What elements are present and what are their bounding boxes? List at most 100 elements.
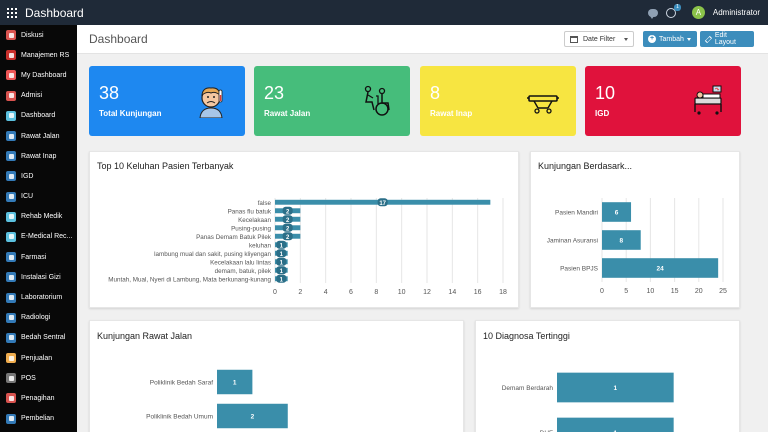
app-grid-icon[interactable] bbox=[7, 7, 17, 18]
sidebar-item-penagihan[interactable]: Penagihan bbox=[0, 388, 77, 408]
calendar-icon bbox=[570, 35, 578, 43]
card-rawat-jalan[interactable]: 23 Rawat Jalan bbox=[254, 66, 410, 136]
category-label: false bbox=[258, 200, 272, 207]
menu-icon bbox=[6, 353, 16, 364]
card-label: Rawat Jalan bbox=[264, 109, 311, 118]
category-label: Muntah, Mual, Nyeri di Lambung, Mata ber… bbox=[108, 276, 271, 283]
category-label: Jaminan Asuransi bbox=[547, 238, 598, 245]
card-value: 38 bbox=[99, 83, 120, 103]
user-name[interactable]: Administrator bbox=[713, 8, 760, 17]
card-igd[interactable]: 10 IGD bbox=[585, 66, 741, 136]
sidebar-item-pos[interactable]: POS bbox=[0, 368, 77, 388]
sidebar-item-label: ICU bbox=[21, 193, 34, 201]
sidebar-item-label: Rawat Inap bbox=[21, 152, 57, 160]
plus-icon: + bbox=[648, 35, 656, 43]
menu-icon bbox=[6, 231, 16, 242]
sidebar-item-rawat-jalan[interactable]: Rawat Jalan bbox=[0, 126, 77, 146]
sidebar-item-rawat-inap[interactable]: Rawat Inap bbox=[0, 146, 77, 166]
data-label: 2 bbox=[251, 414, 255, 421]
sidebar-item-instalasi-gizi[interactable]: Instalasi Gizi bbox=[0, 267, 77, 287]
tick-label: 6 bbox=[349, 289, 353, 296]
chat-icon[interactable] bbox=[647, 8, 658, 19]
card-total-kunjungan[interactable]: 38 Total Kunjungan bbox=[89, 66, 245, 136]
tick-label: 5 bbox=[624, 288, 628, 295]
sidebar-item-diskusi[interactable]: Diskusi bbox=[0, 25, 77, 45]
menu-icon bbox=[6, 373, 16, 384]
sidebar-item-manajemen-rs[interactable]: Manajemen RS bbox=[0, 45, 77, 65]
menu-icon bbox=[6, 332, 16, 343]
sidebar-item-igd[interactable]: IGD bbox=[0, 166, 77, 186]
kunjungan-chart: 0 5 10 15 20 25 Pasien Mandiri 6 Jaminan Asurans… bbox=[547, 198, 727, 295]
sidebar-item-pembelian[interactable]: Pembelian bbox=[0, 409, 77, 429]
sidebar-item-label: Rawat Jalan bbox=[21, 132, 60, 140]
panel-kunjungan-berdasarkan: Kunjungan Berdasark... 0 5 10 15 20 25 Pasien … bbox=[530, 151, 740, 308]
menu-icon bbox=[6, 90, 16, 101]
category-label: Pusing-pusing bbox=[231, 225, 271, 232]
card-value: 8 bbox=[430, 83, 441, 103]
category-label: Kecelakaan lalu lintas bbox=[210, 259, 271, 266]
category-label: Panas flu batuk bbox=[228, 208, 272, 215]
card-value: 10 bbox=[595, 83, 616, 103]
keluhan-chart: 0 2 4 6 8 10 12 14 16 18false 17Panas flu batuk 2Ke… bbox=[108, 198, 507, 296]
menu-icon bbox=[6, 50, 16, 61]
page-header: Dashboard Date Filter + Tambah Edit Layo… bbox=[77, 25, 768, 54]
menu-icon bbox=[6, 191, 16, 202]
sidebar-item-farmasi[interactable]: Farmasi bbox=[0, 247, 77, 267]
sidebar-item-e-medical-rec[interactable]: E-Medical Rec... bbox=[0, 227, 77, 247]
tambah-label: Tambah bbox=[659, 35, 684, 43]
menu-icon bbox=[6, 393, 16, 404]
menu-icon bbox=[6, 171, 16, 182]
date-filter-label: Date Filter bbox=[583, 35, 616, 43]
sidebar-item-my-dashboard[interactable]: My Dashboard bbox=[0, 65, 77, 85]
menu-icon bbox=[6, 211, 16, 222]
avatar[interactable]: A bbox=[691, 6, 705, 19]
tick-label: 4 bbox=[324, 289, 328, 296]
sidebar-item-admisi[interactable]: Admisi bbox=[0, 86, 77, 106]
card-label: Total Kunjungan bbox=[99, 109, 162, 118]
tick-label: 2 bbox=[298, 289, 302, 296]
sidebar-item-laboratorium[interactable]: Laboratorium bbox=[0, 287, 77, 307]
menu-icon bbox=[6, 110, 16, 121]
panel-kunjungan-rawat-jalan: Kunjungan Rawat Jalan Poliklinik Bedah S… bbox=[89, 320, 464, 432]
sidebar-item-dashboard[interactable]: Dashboard bbox=[0, 106, 77, 126]
sidebar-item-label: Penagihan bbox=[21, 394, 55, 402]
tick-label: 20 bbox=[695, 288, 703, 295]
page-title: Dashboard bbox=[89, 32, 148, 46]
menu-icon bbox=[6, 413, 16, 424]
notification-icon[interactable]: 1 bbox=[665, 3, 681, 18]
data-label: 1 bbox=[614, 385, 618, 392]
tick-label: 15 bbox=[671, 288, 679, 295]
sidebar-item-rehab-medik[interactable]: Rehab Medik bbox=[0, 207, 77, 227]
card-rawat-inap[interactable]: 8 Rawat Inap bbox=[420, 66, 576, 136]
data-label: 1 bbox=[233, 380, 237, 387]
category-label: demam, batuk, pilek bbox=[215, 268, 272, 275]
card-label: IGD bbox=[595, 109, 610, 118]
tambah-button[interactable]: + Tambah bbox=[643, 31, 697, 47]
category-label: Demam Berdarah bbox=[502, 385, 554, 392]
category-label: Panas Demam Batuk Pilek bbox=[196, 234, 272, 241]
pencil-icon bbox=[704, 35, 713, 43]
notification-badge: 1 bbox=[674, 3, 681, 11]
sidebar-item-penjualan[interactable]: Penjualan bbox=[0, 348, 77, 368]
sidebar-item-label: POS bbox=[21, 374, 36, 382]
diagnosa-chart: Demam Berdarah1DHF1 bbox=[502, 372, 674, 432]
rawat-jalan-chart: Poliklinik Bedah Saraf 1 Poliklinik Bedah … bbox=[146, 369, 288, 429]
sidebar-item-radiologi[interactable]: Radiologi bbox=[0, 308, 77, 328]
tick-label: 14 bbox=[448, 289, 456, 296]
tick-label: 0 bbox=[273, 289, 277, 296]
sidebar-item-label: Instalasi Gizi bbox=[21, 273, 61, 281]
sidebar-item-bedah-sentral[interactable]: Bedah Sentral bbox=[0, 328, 77, 348]
card-label: Rawat Inap bbox=[430, 109, 473, 118]
edit-layout-button[interactable]: Edit Layout bbox=[700, 31, 754, 47]
tick-label: 10 bbox=[398, 289, 406, 296]
date-filter-button[interactable]: Date Filter bbox=[564, 31, 634, 47]
tick-label: 10 bbox=[647, 288, 655, 295]
menu-icon bbox=[6, 70, 16, 81]
sidebar-item-label: Laboratorium bbox=[21, 294, 63, 302]
tick-label: 25 bbox=[719, 288, 727, 295]
sidebar-item-icu[interactable]: ICU bbox=[0, 187, 77, 207]
tick-label: 8 bbox=[374, 289, 378, 296]
data-label: 24 bbox=[656, 266, 664, 273]
category-label: Poliklinik Bedah Saraf bbox=[150, 380, 213, 387]
category-label: lambung mual dan sakit, pusing kliyengan bbox=[154, 251, 271, 258]
